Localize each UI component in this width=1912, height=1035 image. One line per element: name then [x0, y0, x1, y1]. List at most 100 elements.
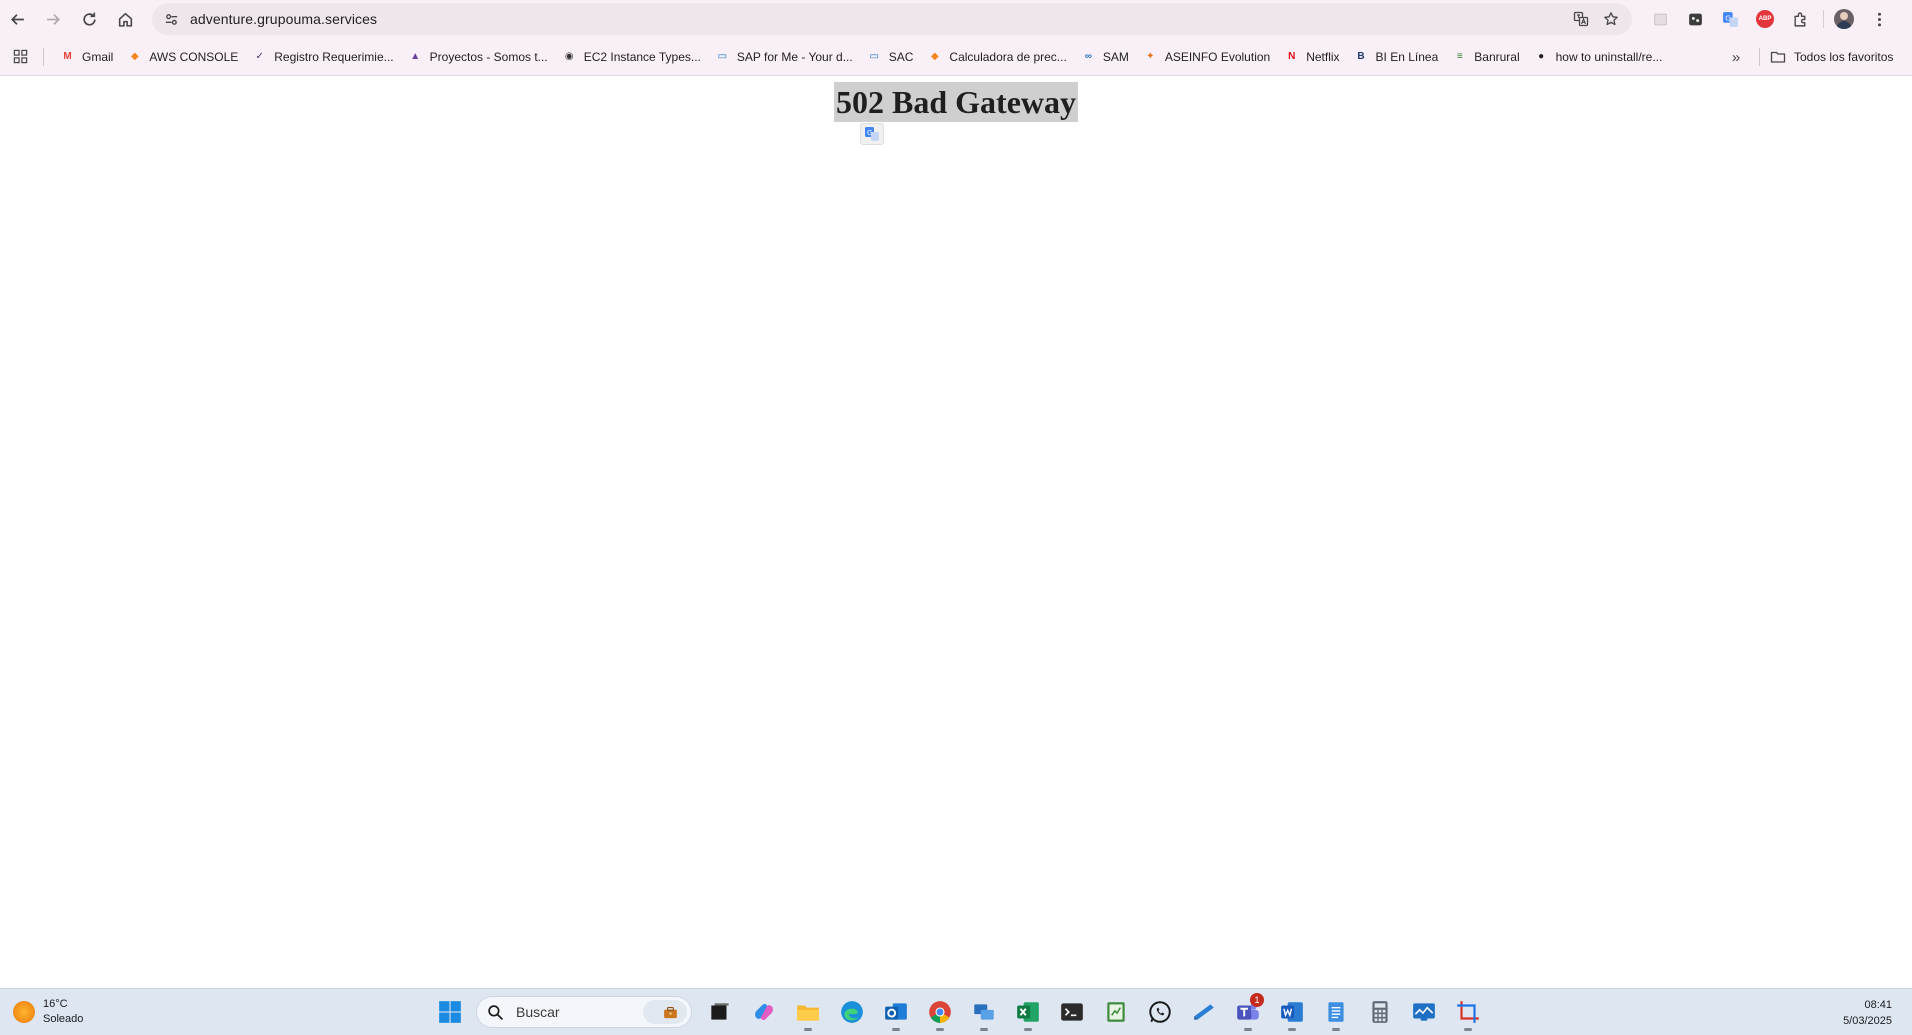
extension-cookie-button[interactable]: [1680, 4, 1710, 34]
page-content: 502 Bad Gateway G: [0, 77, 1912, 988]
url-text[interactable]: adventure.grupouma.services: [190, 11, 377, 27]
bookmark-item[interactable]: M Gmail: [54, 44, 121, 70]
apps-button[interactable]: [7, 44, 33, 70]
bookmark-item[interactable]: ▭ SAP for Me - Your d...: [709, 44, 861, 70]
toolbar-divider: [1823, 10, 1824, 28]
adblock-plus-icon: ABP: [1756, 10, 1774, 28]
bookmark-item[interactable]: ◆ AWS CONSOLE: [121, 44, 246, 70]
home-button[interactable]: [110, 4, 140, 34]
browser-toolbar: adventure.grupouma.services G ABP: [0, 0, 1912, 38]
start-button[interactable]: [432, 994, 468, 1030]
reload-button[interactable]: [74, 4, 104, 34]
translate-page-button[interactable]: [1566, 4, 1596, 34]
copilot-icon: [755, 1003, 773, 1021]
chrome-button[interactable]: [922, 994, 958, 1031]
bookmark-item[interactable]: ● how to uninstall/re...: [1528, 44, 1671, 70]
profile-button[interactable]: [1829, 4, 1859, 34]
chevron-double-right-icon: »: [1731, 48, 1741, 66]
bookmark-item[interactable]: B BI En Línea: [1348, 44, 1447, 70]
edge-icon: [841, 1001, 863, 1023]
more-vertical-icon: [1877, 12, 1881, 26]
bookmark-label: Gmail: [82, 49, 114, 64]
task-view-icon: [711, 1003, 729, 1020]
file-explorer-button[interactable]: [790, 994, 826, 1031]
bookmark-item[interactable]: ◆ Calculadora de prec...: [921, 44, 1074, 70]
crop-icon: [1457, 1001, 1479, 1023]
excel-icon: [1017, 1002, 1039, 1022]
bookmark-label: Calculadora de prec...: [949, 49, 1067, 64]
copilot-button[interactable]: [746, 994, 782, 1030]
calculator-button[interactable]: [1362, 994, 1398, 1030]
sam-icon: ∞: [1084, 51, 1092, 62]
all-bookmarks-label: Todos los favoritos: [1794, 50, 1894, 64]
clock-time: 08:41: [1864, 999, 1892, 1011]
address-bar[interactable]: adventure.grupouma.services: [152, 3, 1632, 35]
tune-icon: [165, 13, 177, 25]
notepad-button[interactable]: [1318, 994, 1354, 1031]
bookmark-label: Banrural: [1474, 49, 1520, 64]
terminal-button[interactable]: [1054, 994, 1090, 1030]
bookmark-item[interactable]: ✦ ASEINFO Evolution: [1137, 44, 1278, 70]
terminal-icon: [1061, 1003, 1083, 1021]
all-bookmarks-button[interactable]: Todos los favoritos: [1770, 44, 1893, 70]
bookmark-star-button[interactable]: [1596, 4, 1626, 34]
chart-document-icon: [1107, 1002, 1125, 1022]
word-button[interactable]: [1274, 994, 1310, 1031]
windows-logo-icon: [439, 1001, 461, 1023]
extension-google-translate-button[interactable]: G: [1715, 4, 1745, 34]
back-button[interactable]: [2, 4, 32, 34]
google-translate-icon: G: [1722, 11, 1738, 27]
task-view-button[interactable]: [702, 994, 738, 1030]
banrural-icon: ≡: [1456, 51, 1463, 62]
teams-button[interactable]: 1: [1230, 993, 1266, 1031]
weather-desc: Soleado: [43, 1013, 84, 1025]
snip-tool-button[interactable]: [1450, 994, 1486, 1031]
bookmark-item[interactable]: ∞ SAM: [1075, 44, 1137, 70]
outlook-button[interactable]: [878, 994, 914, 1031]
search-icon: [488, 1004, 504, 1020]
taskbar-apps: Buscar 1: [428, 993, 1490, 1031]
browser-menu-button[interactable]: [1864, 4, 1894, 34]
running-indicator: [1024, 1028, 1032, 1031]
weather-widget[interactable]: 16°C Soleado: [13, 997, 83, 1027]
bookmark-label: Proyectos - Somos t...: [429, 49, 548, 64]
bookmark-item[interactable]: ◉ EC2 Instance Types...: [556, 44, 709, 70]
monitor-app-button[interactable]: [1406, 994, 1442, 1030]
sap-icon: ▭: [869, 51, 879, 62]
bookmark-label: SAP for Me - Your d...: [736, 49, 853, 64]
excel-button[interactable]: [1010, 994, 1046, 1031]
apps-grid-icon: [13, 49, 27, 64]
sun-icon: [13, 1001, 35, 1023]
translate-icon: [1573, 11, 1589, 27]
search-placeholder: Buscar: [516, 1004, 560, 1020]
running-indicator: [1288, 1028, 1296, 1031]
extensions-menu-button[interactable]: [1785, 4, 1815, 34]
bookmark-label: how to uninstall/re...: [1555, 49, 1663, 64]
edge-button[interactable]: [834, 994, 870, 1030]
bookmarks-bar: M Gmail ◆ AWS CONSOLE ✓ Registro Requerimie..…: [0, 38, 1912, 76]
arrow-left-icon: [10, 13, 24, 25]
bookmark-item[interactable]: ✓ Registro Requerimie...: [246, 44, 401, 70]
whatsapp-button[interactable]: [1142, 994, 1178, 1030]
site-info-button[interactable]: [158, 6, 184, 32]
bookmark-item[interactable]: ▲ Proyectos - Somos t...: [402, 44, 556, 70]
snipping-tool-button[interactable]: [1186, 994, 1222, 1030]
arrow-right-icon: [46, 13, 60, 25]
bookmark-item[interactable]: N Netflix: [1278, 44, 1347, 70]
folder-icon: [797, 1005, 819, 1021]
bookmark-item[interactable]: ≡ Banrural: [1446, 44, 1527, 70]
project-app-button[interactable]: [1098, 994, 1134, 1030]
system-clock[interactable]: 08:41 5/03/2025: [1843, 997, 1892, 1029]
adblock-plus-button[interactable]: ABP: [1750, 4, 1780, 34]
extension-blank-button[interactable]: [1645, 4, 1675, 34]
translate-selection-button[interactable]: G: [860, 123, 884, 145]
aws-cube-icon: ◆: [931, 51, 939, 62]
whatsapp-icon: [1149, 1001, 1171, 1023]
more-bookmarks-button[interactable]: »: [1722, 44, 1750, 70]
taskbar-search[interactable]: Buscar: [476, 996, 692, 1028]
remote-desktop-button[interactable]: [966, 994, 1002, 1031]
bookmark-item[interactable]: ▭ SAC: [861, 44, 922, 70]
running-indicator: [1464, 1028, 1472, 1031]
forward-button[interactable]: [38, 4, 68, 34]
bookmark-list: M Gmail ◆ AWS CONSOLE ✓ Registro Requerimie..…: [54, 44, 1670, 70]
